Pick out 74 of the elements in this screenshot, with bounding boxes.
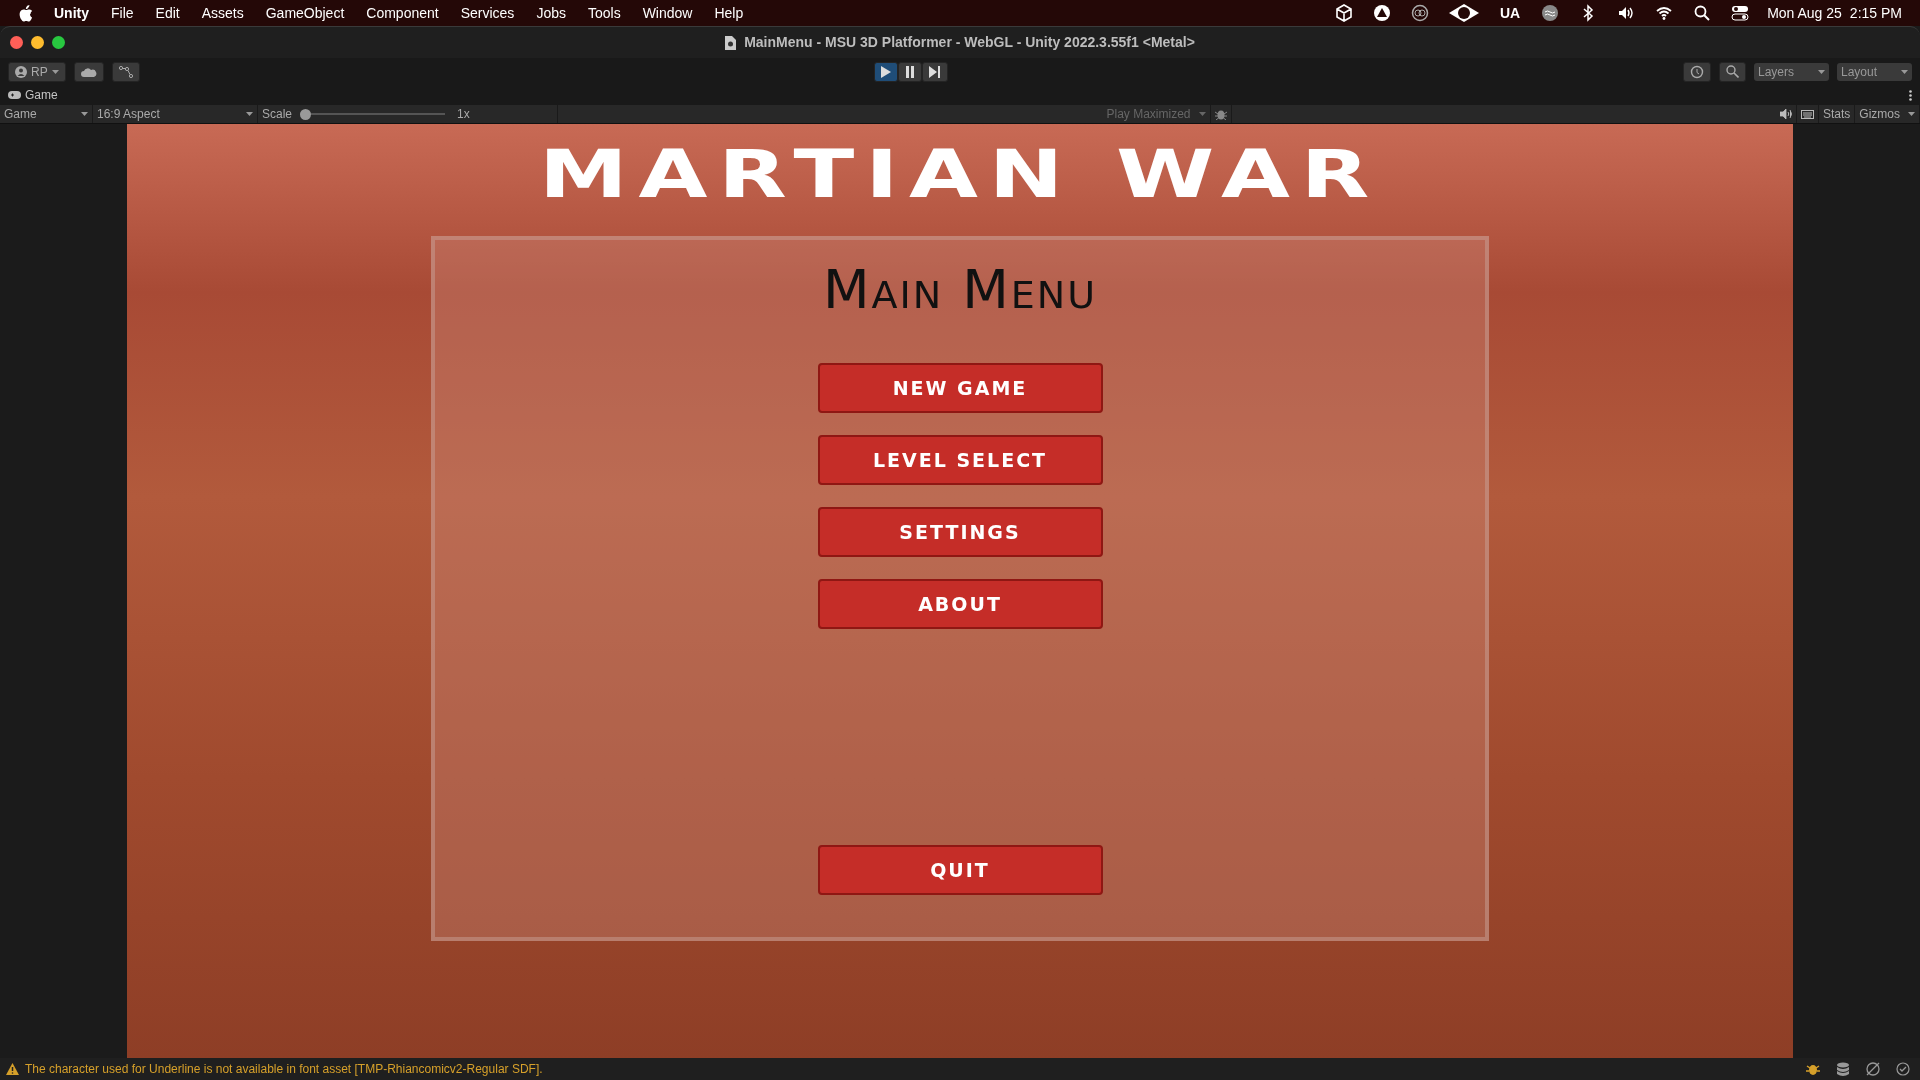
play-icon	[881, 65, 892, 78]
menu-clock: 2:15 PM	[1849, 3, 1902, 23]
database-icon[interactable]	[1836, 1062, 1850, 1076]
caret-icon	[1198, 112, 1206, 116]
caret-icon	[1908, 112, 1915, 116]
layers-dropdown[interactable]: Layers	[1754, 62, 1829, 81]
menu-item[interactable]: Edit	[144, 2, 191, 24]
aspect-dropdown[interactable]: 16:9 Aspect	[93, 105, 258, 123]
game-title: MARTIAN WAR	[539, 142, 1381, 208]
menu-date: Mon Aug 25	[1767, 3, 1842, 23]
more-options-icon[interactable]	[1909, 89, 1912, 101]
document-icon	[725, 35, 737, 50]
caret-icon	[51, 69, 59, 74]
keyboard-icon	[1800, 109, 1814, 119]
apple-logo-icon[interactable]	[18, 4, 33, 22]
pause-icon	[905, 65, 916, 78]
menu-item[interactable]: Window	[631, 2, 704, 24]
window-control-button[interactable]	[10, 36, 23, 49]
wifi-icon[interactable]	[1655, 4, 1674, 22]
menu-item[interactable]: GameObject	[254, 2, 356, 24]
scale-reading: 1x	[457, 106, 470, 123]
history-button[interactable]	[1683, 61, 1711, 82]
game-tab[interactable]: Game	[8, 86, 58, 104]
menu-item[interactable]: Jobs	[525, 2, 577, 24]
layout-dropdown[interactable]: Layout	[1837, 62, 1912, 81]
menu-button[interactable]: LEVEL SELECT	[817, 435, 1103, 486]
menu-heading: Main Menu	[822, 260, 1098, 320]
account-dropdown[interactable]: RP	[8, 61, 66, 82]
cube-icon[interactable]	[1334, 4, 1353, 22]
wave-circle-icon[interactable]	[1541, 4, 1560, 22]
diamond-logo-icon[interactable]	[1448, 4, 1479, 22]
pause-button[interactable]	[898, 61, 923, 82]
version-control-button[interactable]	[111, 61, 140, 82]
branch-icon	[118, 65, 133, 78]
search-icon[interactable]	[1693, 4, 1712, 22]
bug-icon[interactable]	[1806, 1062, 1820, 1076]
caret-icon	[1901, 69, 1908, 74]
caret-icon	[1818, 69, 1825, 74]
step-icon	[929, 65, 942, 78]
caret-icon	[81, 112, 88, 116]
toggle-icon[interactable]	[1731, 4, 1750, 22]
menu-item[interactable]: Services	[449, 2, 526, 24]
history-icon	[1690, 64, 1704, 79]
search-icon	[1726, 65, 1739, 78]
menu-item[interactable]: Tools	[576, 2, 632, 24]
user-icon	[15, 65, 27, 78]
menu-button[interactable]: SETTINGS	[817, 507, 1103, 558]
cloud-button[interactable]	[73, 61, 104, 82]
menu-item[interactable]: Help	[703, 2, 755, 24]
search-button[interactable]	[1719, 61, 1746, 82]
window-control-button[interactable]	[52, 36, 65, 49]
menu-item[interactable]: File	[100, 2, 145, 24]
scale-slider[interactable]	[300, 108, 446, 120]
checkmark-icon[interactable]	[1896, 1062, 1910, 1076]
play-button[interactable]	[874, 61, 899, 82]
quit-button[interactable]: QUIT	[817, 845, 1103, 895]
window-title: MainMenu - MSU 3D Platformer - WebGL - Unity 2022.3.55f1 <Metal>	[744, 33, 1195, 52]
warning-icon	[6, 1063, 19, 1075]
stats-button[interactable]: Stats	[1818, 105, 1856, 123]
window-control-button[interactable]	[31, 36, 44, 49]
menu-button[interactable]: NEW GAME	[817, 363, 1103, 414]
caret-icon	[246, 112, 253, 116]
menu-button[interactable]: ABOUT	[817, 579, 1103, 630]
gamepad-icon	[8, 91, 21, 99]
menu-item[interactable]: Assets	[190, 2, 255, 24]
gizmos-dropdown[interactable]: Gizmos	[1855, 105, 1920, 123]
app-menu[interactable]: Unity	[43, 2, 100, 24]
menu-item[interactable]: Component	[355, 2, 450, 24]
speaker-icon	[1779, 109, 1792, 119]
scale-label: Scale	[262, 106, 293, 123]
bug-icon	[1214, 108, 1227, 120]
step-button[interactable]	[922, 61, 949, 82]
menu-extra-label[interactable]: UA	[1488, 2, 1532, 24]
display-dropdown[interactable]: Game	[0, 105, 93, 123]
